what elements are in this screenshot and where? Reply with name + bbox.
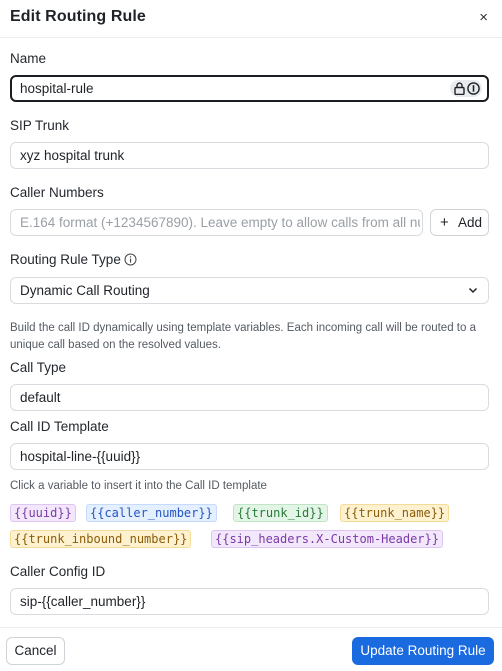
variables-hint: Click a variable to insert it into the C… [10,480,267,492]
caller-config-id-field[interactable]: sip-{{caller_number}} [10,588,489,615]
caller-numbers-input[interactable]: E.164 format (+1234567890). Leave empty … [10,209,423,236]
caller-config-id-label: Caller Config ID [10,564,106,579]
name-label: Name [10,51,47,66]
sip-trunk-label: SIP Trunk [10,118,70,133]
close-icon[interactable]: × [479,9,488,27]
sip-trunk-value: xyz hospital trunk [20,148,125,163]
caller-config-id-value: sip-{{caller_number}} [20,594,146,609]
call-id-template-label: Call ID Template [10,419,109,434]
variable-chip-trunk-name[interactable]: {{trunk_name}} [340,504,450,522]
lock-icon [454,82,465,95]
chevron-down-icon [468,287,478,294]
name-input[interactable]: hospital-rule [10,75,489,102]
call-type-value: default [20,390,61,405]
dialog-footer: Cancel Update Routing Rule [0,627,502,671]
call-id-template-value: hospital-line-{{uuid}} [20,449,141,464]
update-routing-rule-button[interactable]: Update Routing Rule [352,637,494,665]
add-caller-number-button[interactable]: + Add [430,209,489,236]
plus-icon: + [440,214,449,231]
call-id-template-input[interactable]: hospital-line-{{uuid}} [10,443,489,470]
variable-chip-trunk-id[interactable]: {{trunk_id}} [233,504,328,522]
info-circle-icon [467,82,480,95]
routing-rule-type-description: Build the call ID dynamically using temp… [10,322,476,351]
routing-rule-type-select[interactable]: Dynamic Call Routing [10,277,489,304]
routing-rule-type-value: Dynamic Call Routing [20,283,150,298]
variable-chip-trunk-inbound-number[interactable]: {{trunk_inbound_number}} [10,530,192,548]
cancel-button[interactable]: Cancel [6,637,65,665]
password-manager-icons[interactable] [450,80,482,97]
caller-numbers-label: Caller Numbers [10,185,104,200]
variable-chip-uuid[interactable]: {{uuid}} [10,504,76,522]
caller-numbers-placeholder: E.164 format (+1234567890). Leave empty … [20,215,420,230]
name-value: hospital-rule [20,81,94,96]
call-type-label: Call Type [10,360,67,375]
dialog-title: Edit Routing Rule [10,8,146,25]
info-icon[interactable] [124,253,137,266]
dialog-header: Edit Routing Rule × [0,0,502,38]
variable-chip-caller-number[interactable]: {{caller_number}} [86,504,217,522]
routing-rule-type-label: Routing Rule Type [10,252,121,267]
variable-chip-sip-headers[interactable]: {{sip_headers.X-Custom-Header}} [211,530,443,548]
add-button-label: Add [458,215,483,230]
call-type-field[interactable]: default [10,384,489,411]
sip-trunk-field[interactable]: xyz hospital trunk [10,142,489,169]
